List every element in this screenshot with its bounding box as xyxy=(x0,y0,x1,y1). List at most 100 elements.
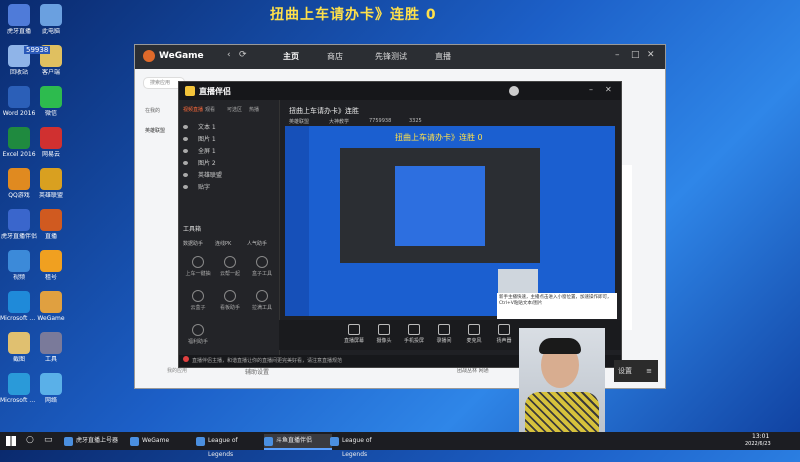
taskbar-app[interactable]: WeGame xyxy=(130,434,198,448)
taskbar-app[interactable]: 斗鱼直播伴侣 xyxy=(264,434,332,450)
tab-store[interactable]: 商店 xyxy=(327,51,343,62)
maximize-icon[interactable]: □ xyxy=(631,50,640,60)
bottom-tool-button[interactable]: 手机投屏 xyxy=(399,324,429,344)
side-button[interactable]: 设置 ≡ xyxy=(614,360,658,382)
app-icon xyxy=(40,168,62,190)
taskbar-app[interactable]: League of Legends xyxy=(196,434,264,458)
tool-tab[interactable]: 数据助手 xyxy=(183,240,203,247)
bottom-tool-label: 录播间 xyxy=(436,338,452,344)
desktop-icon[interactable]: 工具 xyxy=(32,332,70,363)
avatar[interactable] xyxy=(509,86,519,96)
tool-label: 福利助手 xyxy=(187,339,208,345)
tool-button[interactable]: 盒子工具 xyxy=(247,256,277,277)
wegame-titlebar: WeGame ‹ ⟳ 主页 商店 先锋测试 直播 – □ ✕ xyxy=(135,45,665,69)
desktop-icon[interactable]: 英雄联盟 xyxy=(32,168,70,199)
desktop-icon-label: 网易云 xyxy=(41,151,60,158)
app-icon xyxy=(40,4,62,26)
wegame-brand: WeGame xyxy=(159,51,204,61)
assistant-menu-item[interactable]: 视频直播 xyxy=(183,106,203,113)
bottom-tool-button[interactable]: 摄像头 xyxy=(369,324,399,344)
eye-icon[interactable] xyxy=(183,137,188,141)
desktop-icon[interactable]: 网易云 xyxy=(32,127,70,158)
minimize-icon[interactable]: – xyxy=(589,85,593,94)
side-item-lol[interactable]: 英雄联盟 xyxy=(145,127,165,134)
close-icon[interactable]: ✕ xyxy=(605,85,612,94)
assistant-menu-item[interactable]: 观看 xyxy=(205,106,215,113)
minimize-icon[interactable]: – xyxy=(615,50,620,60)
back-icon[interactable]: ‹ xyxy=(227,50,231,60)
bottom-tool-label: 摄像头 xyxy=(376,338,392,344)
layer-item[interactable]: 贴字 xyxy=(183,182,210,191)
tool-button[interactable]: 拉满工具 xyxy=(247,290,277,311)
app-icon xyxy=(8,209,30,231)
eye-icon[interactable] xyxy=(183,125,188,129)
task-view-icon[interactable]: ▭ xyxy=(44,435,53,445)
assistant-menu-item[interactable]: 热播 xyxy=(249,106,259,113)
layer-label: 贴字 xyxy=(198,184,211,191)
room-tag[interactable]: 3325 xyxy=(409,118,422,124)
tool-icon xyxy=(224,290,236,302)
app-icon xyxy=(8,250,30,272)
live-assistant-window[interactable]: 直播伴侣 – ✕ 视频直播 观看 可选区 热播 文本 1 图片 1 全屏 1 图片 2 英雄联… xyxy=(178,81,622,368)
bottom-tool-button[interactable]: 直播屏幕 xyxy=(339,324,369,344)
notice-text: 直播伴侣主播，和谐直播让你的直播间更完美好看，请注意直播规范 xyxy=(192,358,343,364)
bottom-tool-button[interactable]: 扬声器 xyxy=(489,324,519,344)
taskbar-app[interactable]: League of Legends xyxy=(330,434,398,458)
side-button-label: 设置 xyxy=(618,367,632,375)
layer-item[interactable]: 全屏 1 xyxy=(183,146,216,155)
tool-icon xyxy=(438,324,450,335)
layer-item[interactable]: 英雄联盟 xyxy=(183,170,222,179)
layer-label: 全屏 1 xyxy=(198,148,216,155)
eye-icon[interactable] xyxy=(183,149,188,153)
notice-icon xyxy=(183,356,189,362)
clock-date[interactable]: 2022/6/23 xyxy=(745,441,771,447)
desktop-icon[interactable]: 直播 xyxy=(32,209,70,240)
taskbar-app[interactable]: 虎牙直播上号器 xyxy=(64,434,132,448)
search-icon[interactable]: ○ xyxy=(26,435,34,445)
tool-tab[interactable]: 连线PK xyxy=(215,240,231,247)
refresh-icon[interactable]: ⟳ xyxy=(239,50,247,60)
layer-item[interactable]: 图片 2 xyxy=(183,158,216,167)
desktop-icon[interactable]: 此电脑 xyxy=(32,4,70,35)
assistant-menu-item[interactable]: 可选区 xyxy=(227,106,242,113)
bottom-tool-label: 扬声器 xyxy=(496,338,512,344)
start-icon[interactable] xyxy=(6,436,16,446)
tool-icon xyxy=(468,324,480,335)
bottom-tool-button[interactable]: 录播间 xyxy=(429,324,459,344)
desktop-icon[interactable]: 租号 xyxy=(32,250,70,281)
app-icon xyxy=(8,373,30,395)
tab-beta[interactable]: 先锋测试 xyxy=(375,51,407,62)
eye-icon[interactable] xyxy=(183,161,188,165)
eye-icon[interactable] xyxy=(183,185,188,189)
desktop-icon[interactable]: WeGame xyxy=(32,291,70,322)
tool-tab[interactable]: 人气助手 xyxy=(247,240,267,247)
clock-time[interactable]: 13:01 xyxy=(752,433,769,440)
side-item-mine[interactable]: 在我的 xyxy=(145,107,160,114)
layer-label: 图片 2 xyxy=(198,160,216,167)
room-tag[interactable]: 大神教学 xyxy=(329,118,349,125)
room-tag[interactable]: 7759938 xyxy=(369,118,391,124)
layer-item[interactable]: 文本 1 xyxy=(183,122,216,131)
bottom-tool-label: 手机投屏 xyxy=(403,338,424,344)
desktop-icon[interactable]: 微信 xyxy=(32,86,70,117)
wegame-bottom-right: 团战丛林 网通 xyxy=(457,368,489,374)
close-icon[interactable]: ✕ xyxy=(647,50,655,60)
tool-button[interactable]: 云盒子 xyxy=(183,290,213,311)
room-tag[interactable]: 英雄联盟 xyxy=(289,118,309,125)
layer-item[interactable]: 图片 1 xyxy=(183,134,216,143)
tab-live[interactable]: 直播 xyxy=(435,51,451,62)
stream-preview[interactable]: 扭曲上车请办卡》连胜 0 xyxy=(285,126,615,316)
wegame-bottom-mid[interactable]: 辅助设置 xyxy=(245,367,269,376)
tool-icon xyxy=(192,290,204,302)
wegame-logo-icon xyxy=(143,50,155,62)
bottom-tool-button[interactable]: 麦克风 xyxy=(459,324,489,344)
tool-icon xyxy=(224,256,236,268)
tool-button[interactable]: 上车一键抽 xyxy=(183,256,213,277)
tool-button[interactable]: 云帮一起 xyxy=(215,256,245,277)
desktop-icon-label: 直播 xyxy=(44,233,57,240)
tool-button[interactable]: 看板助手 xyxy=(215,290,245,311)
tab-home[interactable]: 主页 xyxy=(283,51,299,62)
eye-icon[interactable] xyxy=(183,173,188,177)
tool-button[interactable]: 福利助手 xyxy=(183,324,213,345)
desktop-icon[interactable]: 网络 xyxy=(32,373,70,404)
